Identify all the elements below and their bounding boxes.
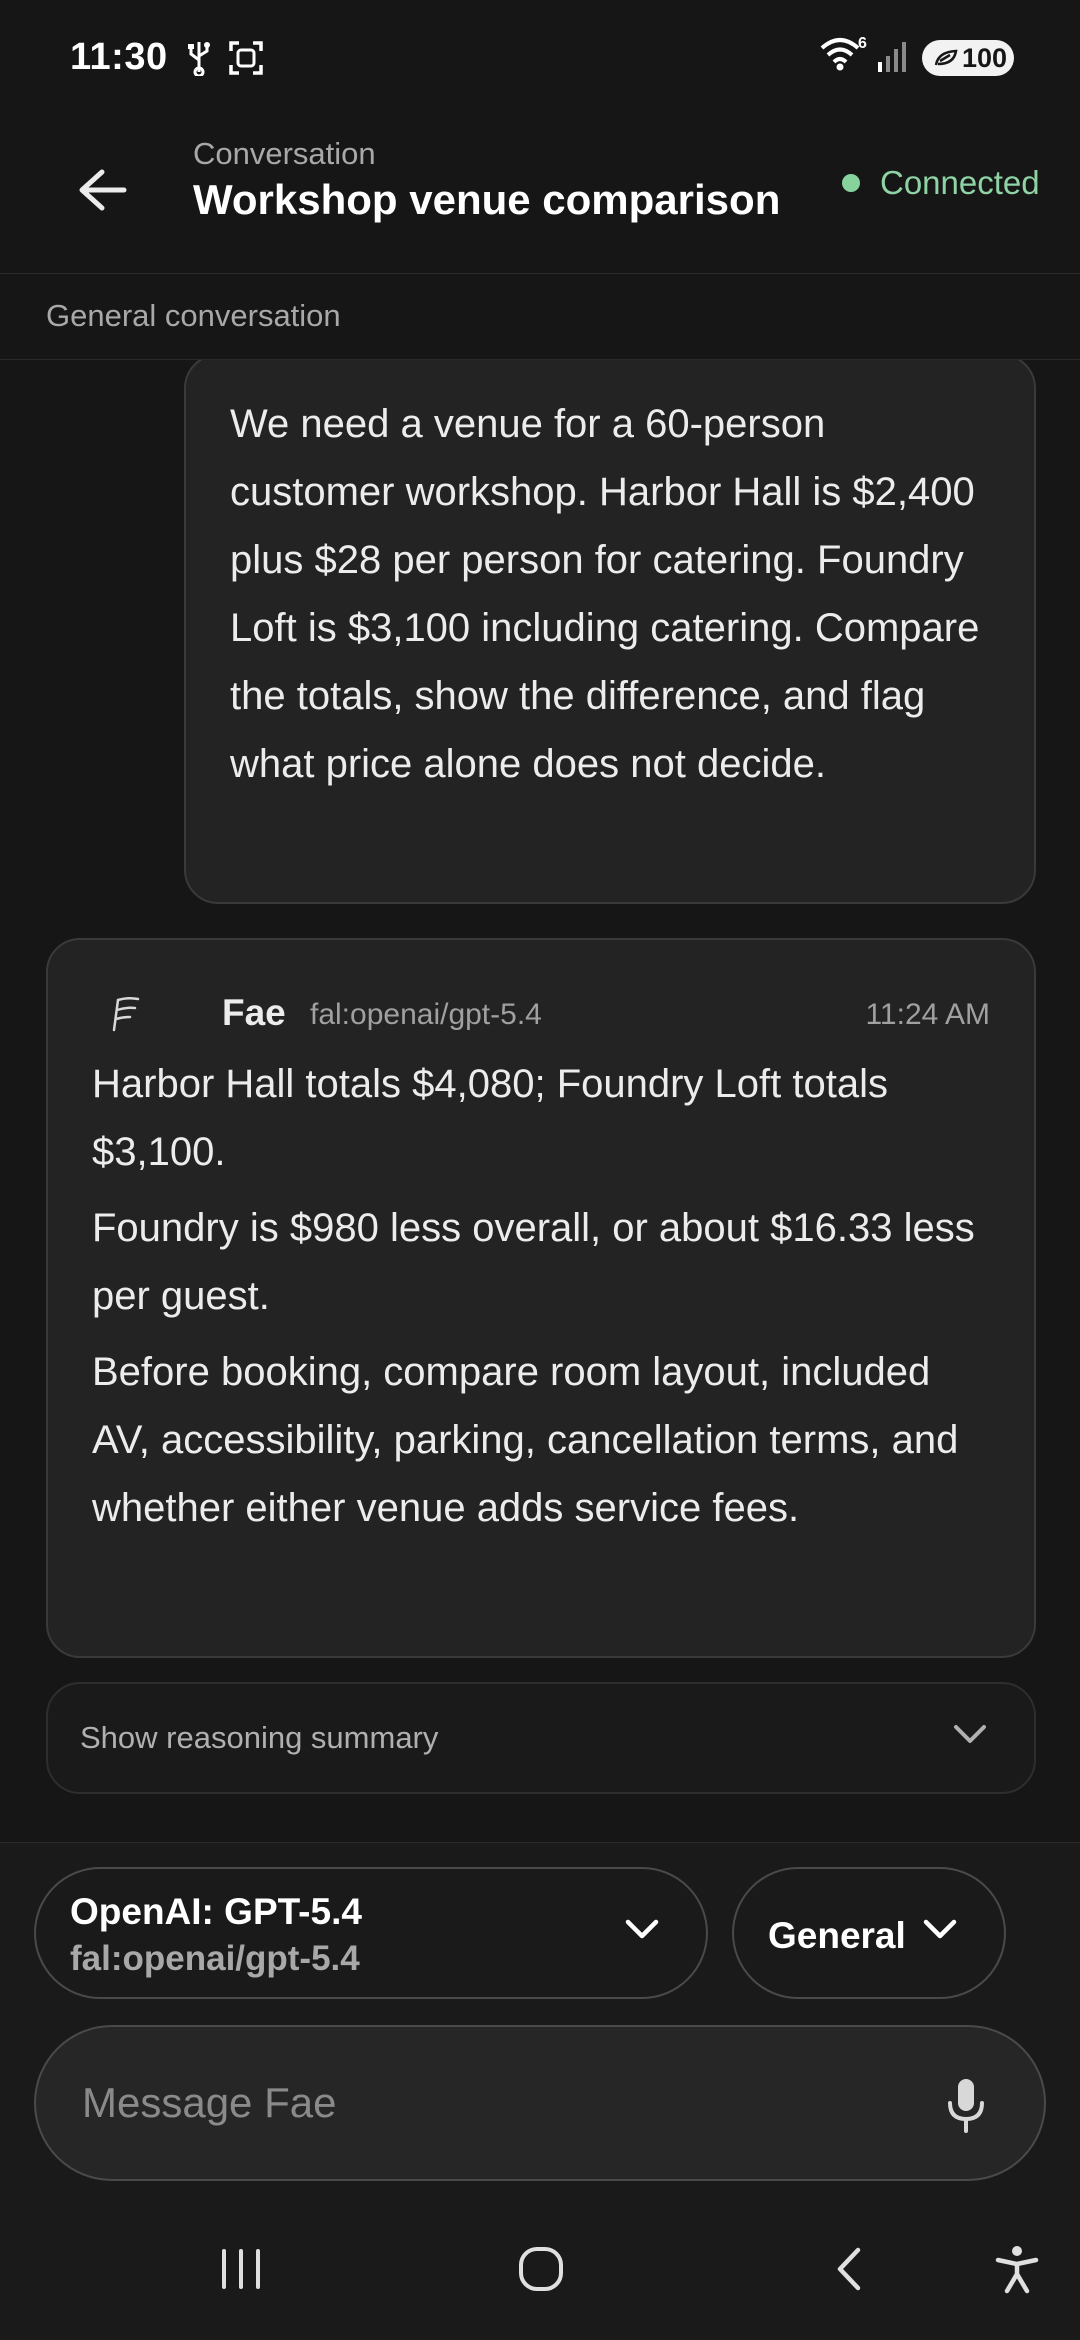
model-selector-name: OpenAI: GPT-5.4	[70, 1891, 362, 1932]
recent-apps-icon[interactable]	[216, 2244, 266, 2294]
microphone-icon[interactable]	[946, 2077, 986, 2133]
wifi-icon: 6	[818, 35, 870, 77]
connection-status: Connected	[842, 164, 1040, 202]
battery-saver-icon	[934, 49, 958, 66]
signal-badge: 6	[858, 36, 867, 52]
cell-signal-icon	[876, 38, 912, 79]
assistant-message-header: Fae fal:openai/gpt-5.4 11:24 AM	[92, 990, 990, 1040]
status-time: 11:30	[70, 36, 168, 78]
status-dot-icon	[842, 174, 860, 192]
arrow-left-icon	[79, 169, 127, 211]
battery-indicator: 100	[922, 40, 1014, 76]
reasoning-summary-toggle[interactable]: Show reasoning summary	[46, 1682, 1036, 1794]
model-selector[interactable]: OpenAI: GPT-5.4 fal:openai/gpt-5.4	[34, 1867, 708, 1999]
reasoning-summary-label: Show reasoning summary	[80, 1720, 439, 1755]
assistant-name: Fae	[222, 992, 286, 1033]
assistant-paragraph: Before booking, compare room layout, inc…	[92, 1350, 959, 1530]
conversation-type-bar: General conversation	[0, 274, 1080, 360]
status-bar: 11:30 6 100	[0, 0, 1080, 118]
fae-logo-icon	[112, 996, 140, 1032]
usb-icon	[186, 40, 212, 81]
chevron-down-icon	[625, 1919, 659, 1939]
message-input-container	[34, 2025, 1046, 2181]
back-button[interactable]	[60, 148, 144, 232]
user-message-text: We need a venue for a 60-person customer…	[230, 402, 980, 786]
assistant-paragraph: Harbor Hall totals $4,080; Foundry Loft …	[92, 1062, 888, 1174]
chevron-down-icon	[954, 1725, 986, 1743]
message-input[interactable]	[80, 2073, 900, 2133]
model-selector-id: fal:openai/gpt-5.4	[70, 1939, 360, 1978]
system-nav-bar	[0, 2204, 1080, 2340]
battery-level: 100	[962, 42, 1008, 73]
composer: OpenAI: GPT-5.4 fal:openai/gpt-5.4 Gener…	[0, 1842, 1080, 2204]
conversation-header: Conversation Workshop venue comparison C…	[0, 118, 1080, 274]
header-subtitle: Conversation	[193, 136, 376, 171]
mode-selector[interactable]: General	[732, 1867, 1006, 1999]
assistant-model: fal:openai/gpt-5.4	[310, 998, 542, 1031]
screenshot-icon	[228, 40, 264, 81]
message-list[interactable]: We need a venue for a 60-person customer…	[0, 360, 1080, 1842]
nav-back-icon[interactable]	[826, 2244, 876, 2294]
user-message: We need a venue for a 60-person customer…	[184, 360, 1036, 904]
assistant-message-body: Harbor Hall totals $4,080; Foundry Loft …	[92, 1050, 990, 1550]
page-title: Workshop venue comparison	[193, 176, 781, 223]
assistant-message: Fae fal:openai/gpt-5.4 11:24 AM Harbor H…	[46, 938, 1036, 1658]
chevron-down-icon	[923, 1919, 957, 1939]
message-timestamp: 11:24 AM	[865, 998, 990, 1031]
accessibility-icon[interactable]	[992, 2244, 1042, 2294]
mode-selector-label: General	[768, 1915, 906, 1956]
connection-label: Connected	[880, 164, 1040, 201]
home-icon[interactable]	[516, 2244, 566, 2294]
assistant-paragraph: Foundry is $980 less overall, or about $…	[92, 1206, 975, 1318]
conversation-type-label: General conversation	[46, 298, 341, 333]
